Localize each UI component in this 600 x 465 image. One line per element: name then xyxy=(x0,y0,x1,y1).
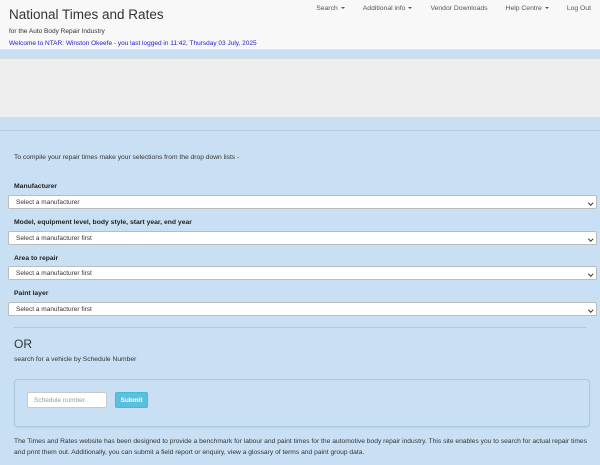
nav-vendor-downloads[interactable]: Vendor Downloads xyxy=(421,5,496,12)
paint-layer-select-value: Select a manufacturer first xyxy=(16,306,92,313)
chevron-down-icon xyxy=(587,200,593,206)
nav-log-out[interactable]: Log Out xyxy=(558,5,600,12)
site-description: The Times and Rates website has been des… xyxy=(14,438,587,456)
nav-vendor-downloads-label: Vendor Downloads xyxy=(430,5,488,12)
area-to-repair-label: Area to repair xyxy=(14,255,59,262)
main-panel: To compile your repair times make your s… xyxy=(0,130,600,465)
caret-down-icon xyxy=(544,7,549,10)
paint-layer-select[interactable]: Select a manufacturer first xyxy=(8,302,597,316)
model-select-value: Select a manufacturer first xyxy=(16,235,92,242)
area-to-repair-select[interactable]: Select a manufacturer first xyxy=(8,266,597,280)
or-heading: OR xyxy=(14,337,32,351)
chevron-down-icon xyxy=(587,271,593,277)
banner-area xyxy=(0,58,600,118)
submit-button[interactable]: Submit xyxy=(115,392,148,408)
nav-help-centre[interactable]: Help Centre xyxy=(497,5,558,12)
caret-down-icon xyxy=(408,7,413,10)
nav-additional-info[interactable]: Additional info xyxy=(354,5,422,12)
schedule-search-panel: Schedule number Submit xyxy=(14,379,590,427)
section-divider xyxy=(14,327,586,328)
model-label: Model, equipment level, body style, star… xyxy=(14,219,192,226)
schedule-number-input[interactable]: Schedule number xyxy=(27,392,107,408)
manufacturer-label: Manufacturer xyxy=(14,183,58,190)
main-nav: Search Additional info Vendor Downloads … xyxy=(307,5,600,12)
nav-search[interactable]: Search xyxy=(307,5,354,12)
manufacturer-select-value: Select a manufacturer xyxy=(16,199,80,206)
intro-text: To compile your repair times make your s… xyxy=(14,154,240,161)
nav-additional-info-label: Additional info xyxy=(362,5,406,12)
model-select[interactable]: Select a manufacturer first xyxy=(8,231,597,245)
manufacturer-select[interactable]: Select a manufacturer xyxy=(8,195,597,209)
nav-log-out-label: Log Out xyxy=(566,5,591,12)
paint-layer-label: Paint layer xyxy=(14,290,49,297)
area-to-repair-select-value: Select a manufacturer first xyxy=(16,270,92,277)
top-navbar: National Times and Rates for the Auto Bo… xyxy=(0,0,600,50)
schedule-search-prompt: search for a vehicle by Schedule Number xyxy=(14,356,137,363)
site-subtitle: for the Auto Body Repair Industry xyxy=(9,28,105,35)
site-title[interactable]: National Times and Rates xyxy=(9,7,164,22)
welcome-message: Welcome to NTAR: Winston Okeefe - you la… xyxy=(9,40,257,47)
nav-search-label: Search xyxy=(316,5,338,12)
chevron-down-icon xyxy=(587,307,593,313)
chevron-down-icon xyxy=(587,236,593,242)
caret-down-icon xyxy=(340,7,345,10)
nav-help-centre-label: Help Centre xyxy=(505,5,542,12)
